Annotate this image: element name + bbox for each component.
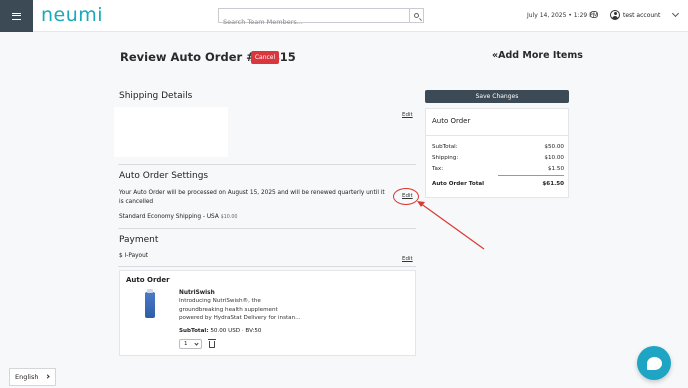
language-selector[interactable]: English bbox=[9, 368, 56, 386]
payment-title: Payment bbox=[119, 235, 159, 245]
annotation-circle bbox=[393, 188, 419, 205]
payment-edit-link[interactable]: Edit bbox=[402, 256, 413, 262]
menu-button[interactable] bbox=[0, 0, 33, 32]
payment-method: $ I-Payout bbox=[119, 253, 149, 259]
summary-total-value: $61.50 bbox=[542, 181, 564, 187]
summary-value: $10.00 bbox=[544, 155, 564, 161]
top-bar: neumi July 14, 2025 • 1:29 PM test accou… bbox=[0, 0, 688, 32]
search-input[interactable] bbox=[219, 15, 409, 29]
cancel-button[interactable]: Cancel bbox=[251, 51, 279, 64]
product-name: NutriSwish bbox=[179, 290, 215, 296]
chevron-down-icon bbox=[194, 340, 199, 346]
summary-label: Tax: bbox=[432, 166, 444, 172]
shipping-method-name: Standard Economy Shipping - USA bbox=[119, 214, 219, 220]
subtotal-label: SubTotal: bbox=[179, 328, 209, 334]
search-button[interactable] bbox=[409, 9, 423, 22]
hamburger-icon bbox=[12, 12, 21, 20]
divider bbox=[118, 228, 416, 229]
settings-description: Your Auto Order will be processed on Aug… bbox=[119, 190, 385, 205]
quantity-value: 1 bbox=[184, 341, 188, 347]
shipping-edit-link[interactable]: Edit bbox=[402, 112, 413, 118]
shipping-method: Standard Economy Shipping - USA $10.00 bbox=[119, 214, 237, 220]
order-card: Auto Order NutriSwish Introducing NutriS… bbox=[119, 270, 416, 356]
search-box bbox=[218, 8, 424, 29]
summary-row-shipping: Shipping: $10.00 bbox=[432, 155, 564, 161]
divider bbox=[118, 266, 416, 267]
add-more-label: Add More Items bbox=[498, 50, 583, 61]
summary-title: Auto Order bbox=[432, 117, 471, 125]
summary-row-subtotal: SubTotal: $50.00 bbox=[432, 144, 564, 150]
summary-row-tax: Tax: $1.50 bbox=[432, 166, 564, 172]
message-icon[interactable] bbox=[590, 11, 598, 18]
add-more-items-link[interactable]: «Add More Items bbox=[492, 50, 583, 61]
language-label: English bbox=[15, 373, 39, 381]
save-changes-button[interactable]: Save Changes bbox=[425, 90, 569, 103]
summary-row-total: Auto Order Total $61.50 bbox=[432, 181, 564, 187]
product-subtotal: SubTotal: 50.00 USD · BV:50 bbox=[179, 328, 261, 334]
search-icon bbox=[414, 13, 419, 18]
order-summary: Auto Order SubTotal: $50.00 Shipping: $10.… bbox=[425, 108, 569, 198]
shipping-details-title: Shipping Details bbox=[119, 91, 193, 101]
divider bbox=[118, 164, 416, 165]
logo[interactable]: neumi bbox=[41, 4, 103, 26]
chevron-right-icon bbox=[45, 374, 50, 379]
summary-value: $50.00 bbox=[544, 144, 564, 150]
divider bbox=[426, 135, 568, 136]
datetime: July 14, 2025 • 1:29 PM bbox=[527, 12, 598, 19]
summary-total-label: Auto Order Total bbox=[432, 181, 485, 187]
chat-bubble-icon bbox=[646, 356, 662, 370]
trash-icon[interactable] bbox=[208, 339, 216, 348]
summary-value: $1.50 bbox=[547, 166, 564, 172]
summary-label: SubTotal: bbox=[432, 144, 458, 150]
chat-button[interactable] bbox=[637, 346, 671, 380]
shipping-address-box bbox=[114, 107, 228, 157]
product-description: Introducing NutriSwish®, the groundbreak… bbox=[179, 298, 301, 322]
chevron-down-icon[interactable] bbox=[671, 9, 680, 18]
summary-label: Shipping: bbox=[432, 155, 459, 161]
account-name[interactable]: test account bbox=[623, 12, 660, 19]
auto-order-settings-title: Auto Order Settings bbox=[119, 171, 209, 181]
product-image bbox=[145, 289, 155, 318]
quantity-select[interactable]: 1 bbox=[179, 339, 202, 349]
subtotal-value: 50.00 USD · BV:50 bbox=[210, 328, 262, 334]
divider bbox=[498, 175, 564, 176]
order-card-title: Auto Order bbox=[126, 276, 170, 284]
shipping-method-price: $10.00 bbox=[220, 215, 238, 220]
user-icon[interactable] bbox=[610, 10, 620, 20]
